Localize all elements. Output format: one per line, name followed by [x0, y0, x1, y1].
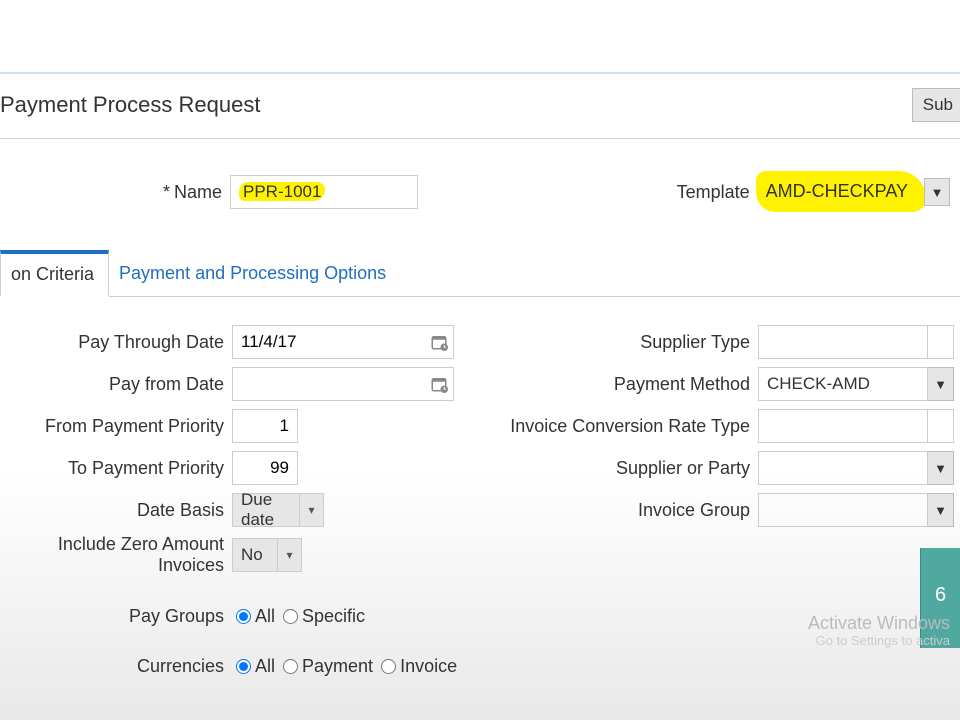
- chevron-down-icon[interactable]: [928, 409, 954, 443]
- pay-from-date-input[interactable]: [232, 367, 454, 401]
- from-priority-input[interactable]: [232, 409, 298, 443]
- payment-method-label: Payment Method: [480, 374, 758, 395]
- tab-selection-criteria[interactable]: on Criteria: [0, 250, 109, 297]
- invoice-group-label: Invoice Group: [480, 500, 758, 521]
- radio-label: Payment: [302, 656, 373, 677]
- pay-through-date-label: Pay Through Date: [0, 332, 232, 353]
- payment-method-value: CHECK-AMD: [758, 367, 928, 401]
- pay-from-date-row: Pay from Date: [0, 366, 470, 402]
- calendar-icon[interactable]: [430, 333, 448, 351]
- name-field-group: *Name PPR-1001: [0, 175, 418, 209]
- zero-amount-label: Include Zero Amount Invoices: [0, 534, 232, 576]
- radio-label: All: [255, 606, 275, 627]
- submit-button[interactable]: Sub: [912, 88, 960, 122]
- conv-rate-combo[interactable]: [758, 409, 954, 443]
- top-form-row: *Name PPR-1001 Template AMD-CHECKPAY ▼: [0, 175, 960, 209]
- template-value: AMD-CHECKPAY: [766, 181, 908, 201]
- criteria-right-column: Supplier Type Payment Method CHECK-AMD ▼…: [480, 324, 960, 720]
- to-priority-input[interactable]: [232, 451, 298, 485]
- currencies-row: Currencies All Payment Invoice: [0, 648, 470, 684]
- template-label: Template: [677, 182, 760, 203]
- to-priority-label: To Payment Priority: [0, 458, 232, 479]
- zero-amount-value: No: [232, 538, 278, 572]
- chevron-down-icon[interactable]: ▼: [928, 493, 954, 527]
- pay-through-date-row: Pay Through Date: [0, 324, 470, 360]
- chevron-down-icon[interactable]: ▾: [300, 493, 324, 527]
- currencies-radio-group: All Payment Invoice: [232, 656, 457, 677]
- currencies-invoice-radio[interactable]: [381, 659, 396, 674]
- supplier-party-value: [758, 451, 928, 485]
- from-priority-row: From Payment Priority: [0, 408, 470, 444]
- tab-bar: on Criteria Payment and Processing Optio…: [0, 250, 960, 297]
- template-value-highlight: AMD-CHECKPAY: [760, 177, 916, 208]
- calendar-icon[interactable]: [430, 375, 448, 393]
- pay-groups-label: Pay Groups: [0, 606, 232, 627]
- pay-from-date-wrap: [232, 367, 454, 401]
- tab-payment-processing-options[interactable]: Payment and Processing Options: [109, 250, 400, 296]
- conv-rate-label: Invoice Conversion Rate Type: [480, 416, 758, 437]
- radio-label: Specific: [302, 606, 365, 627]
- top-accent-strip: [0, 72, 960, 74]
- name-label-text: Name: [174, 182, 222, 202]
- conv-rate-row: Invoice Conversion Rate Type: [480, 408, 954, 444]
- page-header: Payment Process Request Sub: [0, 88, 960, 139]
- pay-groups-specific-option[interactable]: Specific: [283, 606, 365, 627]
- invoice-group-combo[interactable]: ▼: [758, 493, 954, 527]
- payment-method-combo[interactable]: CHECK-AMD ▼: [758, 367, 954, 401]
- payment-method-row: Payment Method CHECK-AMD ▼: [480, 366, 954, 402]
- name-value-highlight: PPR-1001: [239, 182, 325, 201]
- date-basis-value: Due date: [232, 493, 300, 527]
- currencies-payment-option[interactable]: Payment: [283, 656, 373, 677]
- radio-label: Invoice: [400, 656, 457, 677]
- chevron-down-icon[interactable]: ▼: [928, 367, 954, 401]
- template-field-group: Template AMD-CHECKPAY ▼: [677, 175, 950, 209]
- pay-groups-all-radio[interactable]: [236, 609, 251, 624]
- zero-amount-select[interactable]: No ▾: [232, 538, 302, 572]
- date-basis-label: Date Basis: [0, 500, 232, 521]
- side-badge: 6: [920, 548, 960, 648]
- name-input[interactable]: PPR-1001: [230, 175, 418, 209]
- invoice-group-value: [758, 493, 928, 527]
- template-dropdown-button[interactable]: ▼: [924, 178, 950, 206]
- pay-through-date-wrap: [232, 325, 454, 359]
- conv-rate-value: [758, 409, 928, 443]
- from-priority-label: From Payment Priority: [0, 416, 232, 437]
- radio-label: All: [255, 656, 275, 677]
- currencies-invoice-option[interactable]: Invoice: [381, 656, 457, 677]
- supplier-type-value: [758, 325, 928, 359]
- chevron-down-icon[interactable]: [928, 325, 954, 359]
- pay-from-date-label: Pay from Date: [0, 374, 232, 395]
- criteria-panel: Pay Through Date Pay from Date From Paym…: [0, 310, 960, 720]
- pay-groups-specific-radio[interactable]: [283, 609, 298, 624]
- chevron-down-icon[interactable]: ▼: [928, 451, 954, 485]
- zero-amount-row: Include Zero Amount Invoices No ▾: [0, 534, 470, 576]
- pay-groups-row: Pay Groups All Specific: [0, 598, 470, 634]
- supplier-party-combo[interactable]: ▼: [758, 451, 954, 485]
- name-label: *Name: [0, 182, 230, 203]
- date-basis-select[interactable]: Due date ▾: [232, 493, 324, 527]
- currencies-label: Currencies: [0, 656, 232, 677]
- supplier-type-label: Supplier Type: [480, 332, 758, 353]
- page-title: Payment Process Request: [0, 92, 260, 118]
- criteria-left-column: Pay Through Date Pay from Date From Paym…: [0, 324, 470, 720]
- supplier-type-combo[interactable]: [758, 325, 954, 359]
- date-basis-row: Date Basis Due date ▾: [0, 492, 470, 528]
- currencies-payment-radio[interactable]: [283, 659, 298, 674]
- chevron-down-icon[interactable]: ▾: [278, 538, 302, 572]
- pay-groups-all-option[interactable]: All: [236, 606, 275, 627]
- currencies-all-option[interactable]: All: [236, 656, 275, 677]
- required-asterisk: *: [163, 182, 170, 202]
- to-priority-row: To Payment Priority: [0, 450, 470, 486]
- pay-groups-radio-group: All Specific: [232, 606, 365, 627]
- supplier-type-row: Supplier Type: [480, 324, 954, 360]
- supplier-party-row: Supplier or Party ▼: [480, 450, 954, 486]
- invoice-group-row: Invoice Group ▼: [480, 492, 954, 528]
- pay-through-date-input[interactable]: [232, 325, 454, 359]
- supplier-party-label: Supplier or Party: [480, 458, 758, 479]
- currencies-all-radio[interactable]: [236, 659, 251, 674]
